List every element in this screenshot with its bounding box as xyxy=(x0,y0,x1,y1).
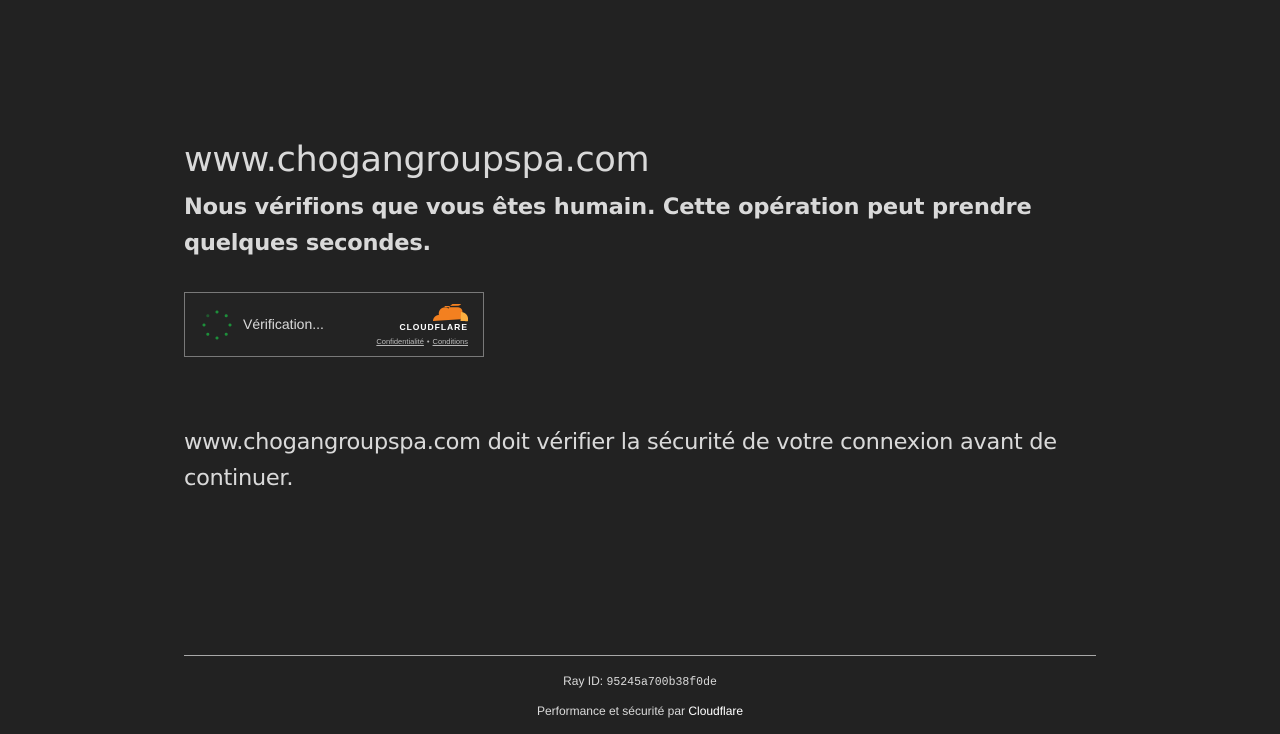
security-explanation: www.chogangroupspa.com doit vérifier la … xyxy=(184,429,1057,491)
performance-line: Performance et sécurité par Cloudflare xyxy=(184,702,1096,720)
ray-id-label: Ray ID: xyxy=(563,674,604,688)
widget-links: Confidentialité • Conditions xyxy=(348,337,468,346)
terms-link[interactable]: Conditions xyxy=(433,337,468,346)
turnstile-widget[interactable]: Vérification... CLOUDFLARE Confidentiali… xyxy=(184,292,484,357)
challenge-subtitle: Nous vérifions que vous êtes humain. Cet… xyxy=(184,194,1032,256)
page-title: www.chogangroupspa.com xyxy=(184,140,650,180)
loading-spinner-icon xyxy=(202,310,232,340)
footer-divider xyxy=(184,655,1096,656)
cloudflare-wordmark: CLOUDFLARE xyxy=(399,322,468,332)
ray-id-line: Ray ID: 95245a700b38f0de xyxy=(184,672,1096,692)
privacy-link[interactable]: Confidentialité xyxy=(376,337,424,346)
cloudflare-link[interactable]: Cloudflare xyxy=(688,704,743,718)
verification-status: Vérification... xyxy=(243,316,324,332)
footer: Ray ID: 95245a700b38f0de Performance et … xyxy=(184,672,1096,720)
performance-text: Performance et sécurité par xyxy=(536,704,686,718)
link-separator: • xyxy=(426,337,430,346)
ray-id-value: 95245a700b38f0de xyxy=(606,676,717,689)
cloudflare-branding: CLOUDFLARE Confidentialité • Conditions xyxy=(348,304,468,346)
cloudflare-logo-icon xyxy=(433,304,468,322)
